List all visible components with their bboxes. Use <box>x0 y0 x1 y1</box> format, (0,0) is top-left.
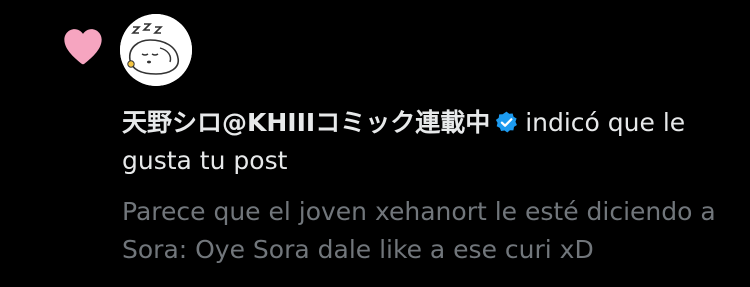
like-notification[interactable]: 天野シロ@KHIIIコミック連載中 indicó que le gusta tu… <box>0 0 750 287</box>
post-excerpt[interactable]: Parece que el joven xehanort le esté dic… <box>122 193 732 269</box>
sleeping-character-avatar <box>120 14 192 86</box>
verified-badge-icon <box>496 111 518 133</box>
user-name[interactable]: 天野シロ@KHIIIコミック連載中 <box>122 108 490 137</box>
notification-headline: 天野シロ@KHIIIコミック連載中 indicó que le gusta tu… <box>122 104 732 180</box>
heart-icon <box>64 29 102 65</box>
avatar[interactable] <box>120 14 192 86</box>
